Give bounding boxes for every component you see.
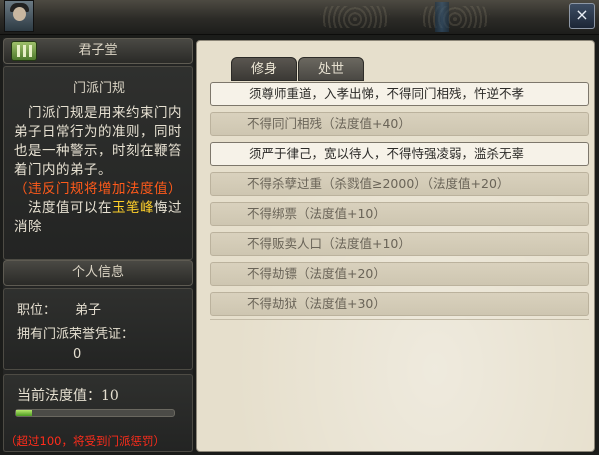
honor-label: 拥有门派荣誉凭证： <box>17 327 135 342</box>
position-value: 弟子 <box>75 303 102 318</box>
rules-divider <box>210 319 589 320</box>
rule-item[interactable]: 不得杀孽过重（杀戮值≥2000）（法度值+20） <box>210 172 589 196</box>
rules-warning: （违反门规将增加法度值） <box>14 181 182 197</box>
left-panel: 君子堂 门派门规 门派门规是用来约束门内弟子日常行为的准则，同时也是一种警示，时… <box>3 38 193 452</box>
rule-item[interactable]: 不得劫狱（法度值+30） <box>210 292 589 316</box>
law-progress-fill <box>16 410 32 416</box>
remedy-location-link[interactable]: 玉笔峰 <box>112 200 154 216</box>
close-button[interactable]: × <box>569 3 595 29</box>
rules-description: 门派门规是用来约束门内弟子日常行为的准则，同时也是一种警示，时刻在鞭笞着门内的弟… <box>14 104 186 237</box>
rule-item[interactable]: 不得劫镖（法度值+20） <box>210 262 589 286</box>
rules-remedy-prefix: 法度值可以在 <box>28 200 112 216</box>
rules-intro: 门派门规是用来约束门内弟子日常行为的准则，同时也是一种警示，时刻在鞭笞着门内的弟… <box>14 105 182 178</box>
avatar <box>4 0 34 32</box>
tab-chushi[interactable]: 处世 <box>298 57 364 81</box>
rules-heading: 门派门规 <box>72 81 125 96</box>
law-label-text: 当前法度值： <box>17 388 101 404</box>
personal-info-heading: 个人信息 <box>71 265 124 280</box>
decorative-pattern <box>320 6 390 28</box>
clan-emblem-icon <box>11 41 37 61</box>
decorative-band <box>435 2 449 32</box>
rule-item[interactable]: 不得绑票（法度值+10） <box>210 202 589 226</box>
clan-name: 君子堂 <box>78 43 118 58</box>
top-bar <box>0 0 599 35</box>
clan-header: 君子堂 <box>3 38 193 64</box>
personal-info-header: 个人信息 <box>3 260 193 286</box>
rule-item[interactable]: 不得同门相残（法度值+40） <box>210 112 589 136</box>
honor-value: 0 <box>73 347 82 362</box>
tab-xiushen[interactable]: 修身 <box>231 57 297 81</box>
rule-item[interactable]: 须尊师重道，入孝出悌，不得同门相残，忤逆不孝 <box>210 82 589 106</box>
law-value: 10 <box>101 388 119 404</box>
close-icon: × <box>575 5 589 24</box>
law-penalty-note: （超过100，将受到门派惩罚） <box>5 434 165 448</box>
rule-item[interactable]: 须严于律己，宽以待人，不得恃强凌弱，滥杀无辜 <box>210 142 589 166</box>
law-progress-bar <box>15 409 175 417</box>
rule-item[interactable]: 不得贩卖人口（法度值+10） <box>210 232 589 256</box>
decorative-pattern <box>420 6 490 28</box>
position-label: 职位： <box>17 303 57 318</box>
law-value-label: 当前法度值：10 <box>17 385 119 405</box>
